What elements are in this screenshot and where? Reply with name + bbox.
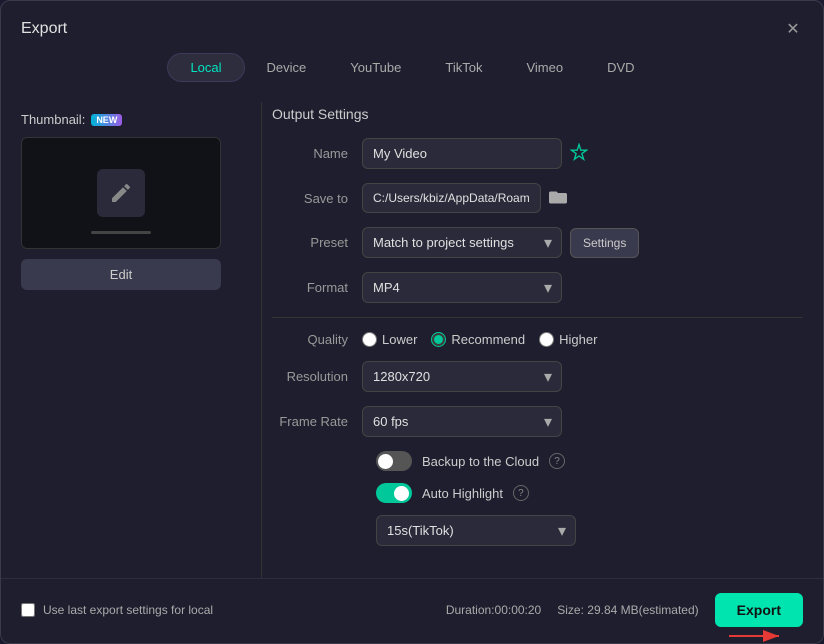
tab-youtube[interactable]: YouTube (328, 53, 423, 82)
resolution-select-wrap: 1280x720 1920x1080 3840x2160 (362, 361, 562, 392)
quality-recommend[interactable]: Recommend (431, 332, 525, 347)
separator-1 (272, 317, 803, 318)
tab-vimeo[interactable]: Vimeo (504, 53, 585, 82)
save-to-label: Save to (272, 191, 362, 206)
edit-button[interactable]: Edit (21, 259, 221, 290)
quality-higher[interactable]: Higher (539, 332, 597, 347)
content-area: Thumbnail: NEW Edit Output Settings Name (1, 92, 823, 578)
name-input[interactable] (362, 138, 562, 169)
bottom-right: Duration:00:00:20 Size: 29.84 MB(estimat… (446, 593, 803, 627)
highlight-duration-select[interactable]: 15s(TikTok) 30s 60s (376, 515, 576, 546)
resolution-select[interactable]: 1280x720 1920x1080 3840x2160 (362, 361, 562, 392)
tab-tiktok[interactable]: TikTok (423, 53, 504, 82)
ai-icon-button[interactable] (570, 143, 588, 164)
arrow-indicator (729, 627, 789, 644)
size-text: Size: 29.84 MB(estimated) (557, 603, 698, 617)
quality-lower-label: Lower (382, 332, 417, 347)
frame-rate-select[interactable]: 24 fps 30 fps 60 fps (362, 406, 562, 437)
preset-row: Preset Match to project settings Custom … (272, 227, 803, 258)
tab-dvd[interactable]: DVD (585, 53, 656, 82)
left-panel: Thumbnail: NEW Edit (1, 102, 261, 578)
format-select-wrap: MP4 MOV AVI MKV (362, 272, 562, 303)
format-row: Format MP4 MOV AVI MKV (272, 272, 803, 303)
format-label: Format (272, 280, 362, 295)
thumbnail-icon (97, 169, 145, 217)
preset-select[interactable]: Match to project settings Custom (362, 227, 562, 258)
tabs-row: Local Device YouTube TikTok Vimeo DVD (1, 39, 823, 92)
last-export-checkbox[interactable] (21, 603, 35, 617)
quality-recommend-label: Recommend (451, 332, 525, 347)
section-title: Output Settings (272, 106, 803, 122)
highlight-duration-wrap: 15s(TikTok) 30s 60s (376, 515, 576, 546)
auto-highlight-label: Auto Highlight (422, 486, 503, 501)
backup-row: Backup to the Cloud ? (272, 451, 803, 471)
quality-recommend-radio[interactable] (431, 332, 446, 347)
tab-device[interactable]: Device (245, 53, 329, 82)
preset-label: Preset (272, 235, 362, 250)
right-panel: Output Settings Name Save to C:/Users/kb… (262, 102, 823, 578)
quality-row: Quality Lower Recommend Higher (272, 332, 803, 347)
thumbnail-preview (21, 137, 221, 249)
quality-options: Lower Recommend Higher (362, 332, 597, 347)
thumbnail-label-text: Thumbnail: (21, 112, 85, 127)
thumbnail-line (91, 231, 151, 234)
quality-lower[interactable]: Lower (362, 332, 417, 347)
resolution-row: Resolution 1280x720 1920x1080 3840x2160 (272, 361, 803, 392)
name-label: Name (272, 146, 362, 161)
quality-higher-radio[interactable] (539, 332, 554, 347)
save-to-content: C:/Users/kbiz/AppData/Roam (362, 183, 567, 213)
frame-rate-row: Frame Rate 24 fps 30 fps 60 fps (272, 406, 803, 437)
thumbnail-header: Thumbnail: NEW (21, 112, 241, 127)
backup-toggle[interactable] (376, 451, 412, 471)
save-to-path: C:/Users/kbiz/AppData/Roam (362, 183, 541, 213)
auto-highlight-help-icon[interactable]: ? (513, 485, 529, 501)
quality-higher-label: Higher (559, 332, 597, 347)
frame-rate-select-wrap: 24 fps 30 fps 60 fps (362, 406, 562, 437)
export-button[interactable]: Export (715, 593, 803, 627)
last-export-label: Use last export settings for local (43, 603, 213, 617)
export-dialog: Export ✕ Local Device YouTube TikTok Vim… (0, 0, 824, 644)
backup-label: Backup to the Cloud (422, 454, 539, 469)
export-button-container: Export (715, 593, 803, 627)
folder-button[interactable] (549, 188, 567, 209)
duration-text: Duration:00:00:20 (446, 603, 541, 617)
save-to-row: Save to C:/Users/kbiz/AppData/Roam (272, 183, 803, 213)
backup-help-icon[interactable]: ? (549, 453, 565, 469)
dialog-title: Export (21, 20, 67, 38)
frame-rate-label: Frame Rate (272, 414, 362, 429)
name-row: Name (272, 138, 803, 169)
edit-pencil-icon (109, 181, 133, 205)
preset-select-wrap: Match to project settings Custom (362, 227, 562, 258)
tab-local[interactable]: Local (167, 53, 244, 82)
new-badge: NEW (91, 114, 122, 126)
bottom-bar: Use last export settings for local Durat… (1, 578, 823, 643)
quality-lower-radio[interactable] (362, 332, 377, 347)
format-select[interactable]: MP4 MOV AVI MKV (362, 272, 562, 303)
last-export-row: Use last export settings for local (21, 603, 213, 617)
auto-highlight-toggle[interactable] (376, 483, 412, 503)
resolution-label: Resolution (272, 369, 362, 384)
settings-button[interactable]: Settings (570, 228, 639, 258)
auto-highlight-row: Auto Highlight ? (272, 483, 803, 503)
close-button[interactable]: ✕ (783, 19, 803, 39)
quality-label: Quality (272, 332, 362, 347)
title-bar: Export ✕ (1, 1, 823, 39)
